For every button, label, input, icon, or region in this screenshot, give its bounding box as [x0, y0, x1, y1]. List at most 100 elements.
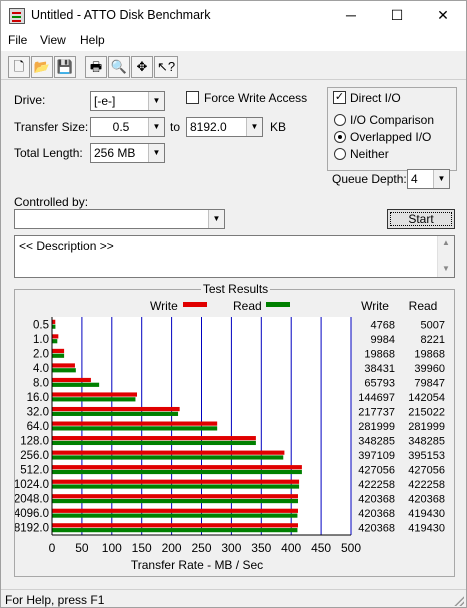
write-bar	[52, 421, 218, 426]
force-write-checkbox[interactable]	[186, 91, 199, 104]
io-comparison-radio[interactable]	[334, 114, 346, 126]
chevron-down-icon[interactable]: ▼	[246, 118, 262, 136]
legend-write-swatch	[183, 302, 207, 307]
resize-grip[interactable]	[454, 596, 464, 606]
chevron-down-icon[interactable]: ▼	[148, 92, 164, 110]
read-bar	[52, 426, 218, 431]
read-bar	[52, 469, 302, 475]
close-button[interactable]: ✕	[420, 1, 466, 31]
write-bar	[52, 377, 91, 383]
legend-write-label: Write	[150, 299, 178, 313]
x-axis-title: Transfer Rate - MB / Sec	[131, 558, 263, 572]
controlled-by-select[interactable]: ▼	[14, 209, 225, 229]
menu-view[interactable]: View	[40, 33, 66, 47]
queue-depth-select[interactable]: 4 ▼	[407, 169, 450, 189]
transfer-size-label: Transfer Size:	[14, 120, 89, 134]
print-icon[interactable]: 🖶	[85, 56, 107, 78]
y-tick-label: 4096.0	[15, 508, 49, 520]
app-window: Untitled - ATTO Disk Benchmark ─ ☐ ✕ Fil…	[0, 0, 467, 608]
chevron-down-icon[interactable]: ▼	[208, 210, 224, 228]
y-tick-label: 8.0	[33, 377, 49, 389]
unit-label: KB	[270, 120, 287, 134]
read-rate-cell: 215022	[408, 406, 445, 418]
total-length-label: Total Length:	[14, 146, 83, 160]
total-length-select[interactable]: 256 MB ▼	[90, 143, 165, 163]
read-bar	[52, 353, 65, 358]
read-bar	[52, 324, 56, 329]
drive-label: Drive:	[14, 93, 46, 107]
neither-radio[interactable]	[334, 148, 346, 160]
start-button[interactable]: Start	[387, 209, 455, 229]
col-read-header: Read	[409, 299, 438, 313]
col-write-header: Write	[361, 299, 389, 313]
read-rate-cell: 142054	[408, 392, 445, 404]
scroll-down-icon[interactable]: ▼	[442, 264, 450, 273]
write-bar	[52, 392, 138, 397]
drive-select[interactable]: [-e-] ▼	[90, 91, 165, 111]
y-tick-label: 32.0	[27, 406, 49, 418]
title-bar[interactable]: Untitled - ATTO Disk Benchmark ─ ☐ ✕	[1, 1, 466, 31]
write-bar	[52, 319, 56, 324]
menu-bar: File View Help	[1, 31, 466, 51]
chart-x-labels: 0 50 100 150 200 250 300 350 400 450 500	[49, 541, 362, 555]
direct-io-checkbox[interactable]: ✓	[333, 91, 346, 104]
menu-file[interactable]: File	[8, 33, 27, 47]
chevron-down-icon[interactable]: ▼	[148, 118, 164, 136]
read-bar	[52, 411, 179, 416]
write-rate-cell: 217737	[358, 406, 395, 418]
force-write-label: Force Write Access	[204, 91, 308, 105]
read-bar	[52, 382, 100, 387]
minimize-button[interactable]: ─	[328, 1, 374, 31]
write-bar	[52, 494, 298, 499]
results-table: 4768 5007 9984 8221 19868 19868 38431 39960 6579…	[358, 319, 445, 534]
y-tick-label: 0.5	[33, 319, 49, 331]
save-icon[interactable]: 💾	[54, 56, 76, 78]
write-bar	[52, 436, 256, 441]
read-rate-cell: 8221	[421, 334, 445, 346]
read-rate-cell: 39960	[414, 363, 445, 375]
legend-read-label: Read	[233, 299, 262, 313]
maximize-button[interactable]: ☐	[374, 1, 420, 31]
context-help-icon[interactable]: ↖?	[154, 56, 178, 78]
description-textarea[interactable]: << Description >> ▲ ▼	[14, 235, 455, 278]
x-tick-label: 200	[162, 541, 182, 555]
new-document-icon[interactable]: 🗋	[8, 56, 30, 78]
read-bar	[52, 455, 284, 460]
to-label: to	[170, 120, 181, 134]
overlapped-io-radio[interactable]	[334, 131, 346, 143]
y-tick-label: 2048.0	[15, 494, 49, 506]
chart-plot-area	[51, 317, 352, 536]
write-bar	[52, 465, 302, 470]
print-preview-icon[interactable]: 🔍	[108, 56, 130, 78]
direct-io-label: Direct I/O	[350, 91, 401, 105]
scroll-up-icon[interactable]: ▲	[442, 238, 450, 247]
read-bar	[52, 440, 256, 446]
read-rate-cell: 427056	[408, 465, 445, 477]
write-bar	[52, 348, 65, 354]
x-tick-label: 500	[341, 541, 361, 555]
x-tick-label: 300	[221, 541, 241, 555]
write-rate-cell: 397109	[358, 450, 395, 462]
y-tick-label: 4.0	[33, 363, 49, 375]
description-scrollbar[interactable]: ▲ ▼	[437, 236, 454, 277]
open-folder-icon[interactable]: 📂	[31, 56, 53, 78]
controlled-by-label: Controlled by:	[14, 195, 89, 209]
read-rate-cell: 395153	[408, 450, 445, 462]
chevron-down-icon[interactable]: ▼	[433, 170, 449, 188]
queue-depth-value: 4	[411, 172, 418, 186]
transfer-size-from-select[interactable]: 0.5 ▼	[90, 117, 165, 137]
read-bar	[52, 528, 298, 533]
write-bar	[52, 523, 298, 528]
write-bar	[52, 450, 285, 455]
move-icon[interactable]: ✥	[131, 56, 153, 78]
write-rate-cell: 9984	[371, 334, 395, 346]
menu-help[interactable]: Help	[80, 33, 105, 47]
transfer-to-value: 8192.0	[190, 120, 227, 134]
write-bar	[52, 334, 59, 339]
transfer-size-to-select[interactable]: 8192.0 ▼	[186, 117, 263, 137]
y-tick-label: 256.0	[20, 450, 49, 462]
write-bar	[52, 508, 298, 513]
write-rate-cell: 427056	[358, 465, 395, 477]
chevron-down-icon[interactable]: ▼	[148, 144, 164, 162]
toolbar: 🗋 📂 💾 🖶 🔍 ✥ ↖?	[1, 52, 466, 80]
